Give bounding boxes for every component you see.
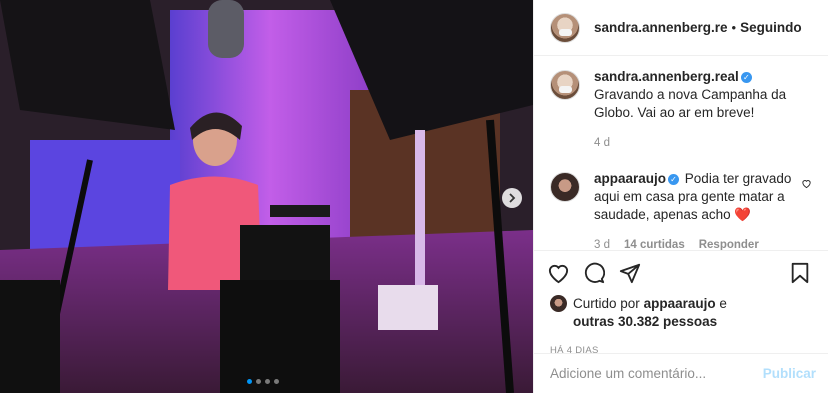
commenter-avatar[interactable] [550,172,580,202]
caption-age[interactable]: 4 d [594,137,610,149]
likes-mid: e [719,296,727,311]
commenter-username-link[interactable]: appaaraujo [594,171,666,186]
likes-others-link[interactable]: outras 30.382 pessoas [573,314,717,329]
comment-age[interactable]: 3 d [594,239,610,250]
publish-button[interactable]: Publicar [763,366,816,381]
comment-input[interactable] [548,365,763,382]
caption-author-link[interactable]: sandra.annenberg.real [594,69,739,84]
likes-prefix: Curtido por [573,296,640,311]
carousel-indicator [247,379,279,384]
add-comment-bar: Publicar [534,353,828,393]
author-username-link[interactable]: sandra.annenberg.re [594,20,728,35]
comment-like-heart-icon[interactable] [801,178,812,192]
post-actions: Curtido por appaaraujo e outras 30.382 p… [534,250,828,356]
comments-section[interactable]: sandra.annenberg.real ✓ Gravando a nova C… [534,56,828,250]
caption-meta: 4 d [594,134,794,152]
carousel-dot [247,379,252,384]
bookmark-icon[interactable] [788,261,812,285]
heart-icon[interactable] [546,261,570,285]
chevron-right-icon [509,193,516,203]
post-header: sandra.annenberg.re • Seguindo [534,0,828,56]
liker-avatar[interactable] [550,295,567,312]
carousel-dot [274,379,279,384]
following-button[interactable]: Seguindo [740,20,802,35]
caption-author-avatar[interactable] [550,70,580,100]
comment-item: appaaraujo ✓ Podia ter gravado aqui em ca… [534,152,828,250]
caption: sandra.annenberg.real ✓ Gravando a nova C… [534,56,828,152]
caption-text: Gravando a nova Campanha da Globo. Vai a… [594,87,787,120]
likes-summary: Curtido por appaaraujo e outras 30.382 p… [546,295,816,331]
verified-badge-icon: ✓ [668,174,680,185]
post-photo[interactable] [0,0,533,393]
author-avatar[interactable] [550,12,580,43]
carousel-next-button[interactable] [502,188,522,208]
comment-icon[interactable] [582,261,606,285]
liker-username-link[interactable]: appaaraujo [644,296,716,311]
studio-scene-image [0,0,533,393]
comment-meta: 3 d 14 curtidas Responder [594,236,794,250]
reply-button[interactable]: Responder [699,239,759,250]
separator: • [731,20,737,35]
comment-likes-count[interactable]: 14 curtidas [624,239,685,250]
carousel-dot [265,379,270,384]
post-details-panel: sandra.annenberg.re • Seguindo sandra.an… [533,0,828,393]
share-icon[interactable] [618,261,642,285]
verified-badge-icon: ✓ [740,72,752,83]
carousel-dot [256,379,261,384]
